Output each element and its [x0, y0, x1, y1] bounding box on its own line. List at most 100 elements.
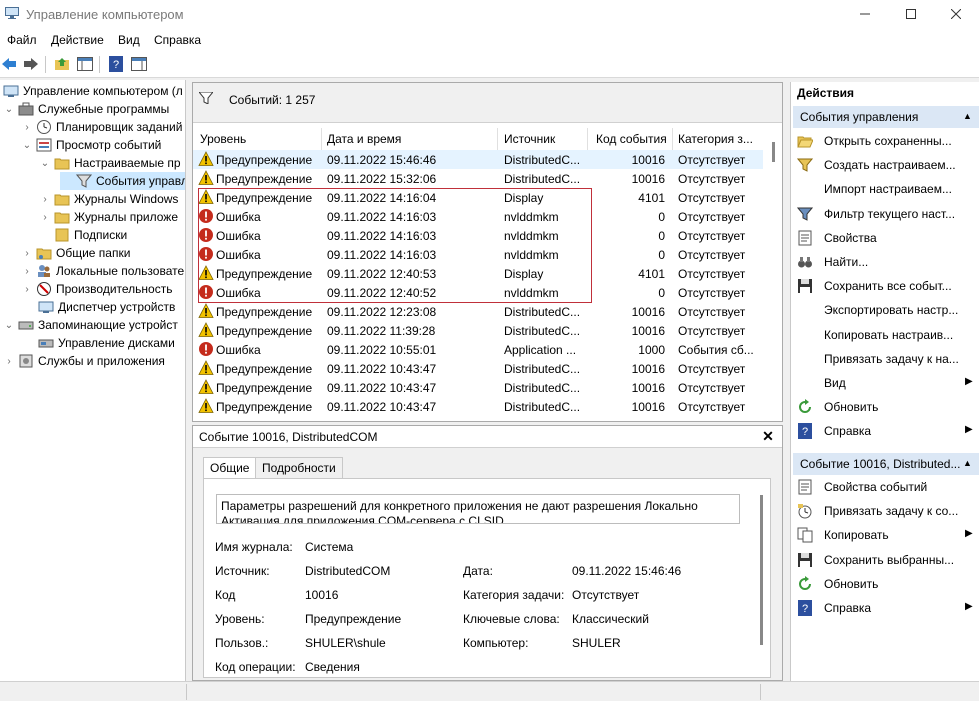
warning-icon: [198, 398, 214, 413]
table-row[interactable]: Предупреждение 09.11.2022 10:43:47 Distrib…: [193, 359, 763, 378]
expand-chevron-icon[interactable]: ›: [40, 194, 50, 205]
table-row[interactable]: Предупреждение 09.11.2022 15:32:06 Distrib…: [193, 169, 763, 188]
tree-node-performance[interactable]: › Производительность: [22, 280, 172, 298]
value-opcode: Сведения: [305, 660, 360, 674]
detail-scrollbar[interactable]: [753, 479, 770, 677]
collapse-chevron-icon[interactable]: ⌄: [4, 320, 14, 331]
cell-datetime: 09.11.2022 15:46:46: [327, 153, 437, 167]
tree-node-services-apps[interactable]: › Службы и приложения: [4, 352, 165, 370]
table-row[interactable]: Ошибка 09.11.2022 14:16:03 nvlddmkm 0 Отсутс…: [193, 207, 763, 226]
action-item[interactable]: Экспортировать настр...: [797, 299, 977, 321]
maximize-button[interactable]: [888, 0, 934, 28]
cell-event-id: 4101: [638, 267, 665, 281]
expand-chevron-icon[interactable]: ›: [22, 284, 32, 295]
detail-header: Событие 10016, DistributedCOM ✕: [193, 426, 782, 448]
tree-node-storage[interactable]: ⌄ Запоминающие устройст: [4, 316, 178, 334]
tree-node-system-tools[interactable]: ⌄ Служебные программы: [4, 100, 169, 118]
table-row[interactable]: Предупреждение 09.11.2022 11:39:28 Distrib…: [193, 321, 763, 340]
table-row[interactable]: Ошибка 09.11.2022 12:40:52 nvlddmkm 0 Отсутс…: [193, 283, 763, 302]
action-item[interactable]: Привязать задачу к со...: [797, 500, 977, 522]
tree-node-subscriptions[interactable]: Подписки: [54, 226, 127, 244]
tree-node-windows-logs[interactable]: › Журналы Windows: [40, 190, 178, 208]
show-hide-action-pane-button[interactable]: [130, 55, 148, 73]
value-keywords: Классический: [572, 612, 649, 626]
action-item[interactable]: Сохранить выбранны...: [797, 549, 977, 571]
tree-node-computer-management[interactable]: Управление компьютером (л: [3, 82, 183, 100]
expand-chevron-icon[interactable]: ›: [22, 248, 32, 259]
back-button[interactable]: [0, 55, 18, 73]
title-bar[interactable]: Управление компьютером: [0, 0, 979, 28]
action-item[interactable]: ? Справка ▶: [797, 597, 977, 619]
tree-node-administrative-events[interactable]: События управл: [60, 172, 185, 190]
up-folder-button[interactable]: [53, 55, 71, 73]
expand-chevron-icon[interactable]: ›: [4, 356, 14, 367]
action-item[interactable]: ? Справка ▶: [797, 420, 977, 442]
tree-node-task-scheduler[interactable]: › Планировщик заданий: [22, 118, 182, 136]
tab-general[interactable]: Общие: [203, 457, 257, 479]
action-item[interactable]: Найти...: [797, 251, 977, 273]
action-item[interactable]: Создать настраиваем...: [797, 154, 977, 176]
collapse-chevron-icon[interactable]: ⌄: [22, 140, 32, 151]
detail-close-button[interactable]: ✕: [761, 429, 775, 443]
help-button[interactable]: ?: [107, 55, 125, 73]
column-source[interactable]: Источник: [504, 132, 555, 146]
action-item[interactable]: Вид ▶: [797, 372, 977, 394]
table-row[interactable]: Предупреждение 09.11.2022 12:40:53 Display…: [193, 264, 763, 283]
table-row[interactable]: Ошибка 09.11.2022 10:55:01 Application ...…: [193, 340, 763, 359]
action-label: Копировать: [824, 528, 889, 543]
error-icon: [199, 285, 213, 299]
tree-node-custom-views[interactable]: ⌄ Настраиваемые пр: [40, 154, 181, 172]
table-row[interactable]: Ошибка 09.11.2022 14:16:03 nvlddmkm 0 Отсутс…: [193, 245, 763, 264]
action-item[interactable]: Привязать задачу к на...: [797, 348, 977, 370]
tab-details[interactable]: Подробности: [255, 457, 343, 479]
menu-file[interactable]: Файл: [7, 33, 37, 47]
tree-node-app-logs[interactable]: › Журналы приложе: [40, 208, 178, 226]
tree-node-shared-folders[interactable]: › Общие папки: [22, 244, 130, 262]
table-row[interactable]: Предупреждение 09.11.2022 10:43:47 Distrib…: [193, 378, 763, 397]
actions-section-admin-events[interactable]: События управления ▲: [793, 106, 979, 128]
cell-source: DistributedC...: [504, 153, 579, 167]
action-item[interactable]: Копировать настраив...: [797, 324, 977, 346]
action-item[interactable]: Свойства событий: [797, 476, 977, 498]
folder-up-icon: [55, 58, 69, 70]
column-level[interactable]: Уровень: [200, 132, 246, 146]
table-row[interactable]: Ошибка 09.11.2022 14:16:03 nvlddmkm 0 Отсутс…: [193, 226, 763, 245]
help-icon: ?: [798, 600, 812, 616]
tree-node-event-viewer[interactable]: ⌄ Просмотр событий: [22, 136, 162, 154]
table-row[interactable]: Предупреждение 09.11.2022 15:46:46 Distrib…: [193, 150, 763, 169]
actions-section-event[interactable]: Событие 10016, Distributed... ▲: [793, 453, 979, 475]
expand-chevron-icon[interactable]: ›: [40, 212, 50, 223]
menu-view[interactable]: Вид: [118, 33, 140, 47]
submenu-arrow-icon: ▶: [965, 528, 973, 540]
tree-node-local-users[interactable]: › Локальные пользовате: [22, 262, 184, 280]
action-item[interactable]: Обновить: [797, 396, 977, 418]
performance-icon: [37, 282, 51, 296]
action-item[interactable]: Фильтр текущего наст...: [797, 203, 977, 225]
expand-chevron-icon[interactable]: ›: [22, 266, 32, 277]
expand-chevron-icon[interactable]: ›: [22, 122, 32, 133]
column-event-id[interactable]: Код события: [596, 132, 667, 146]
action-item[interactable]: Свойства: [797, 227, 977, 249]
tree-node-disk-management[interactable]: Управление дисками: [38, 334, 175, 352]
collapse-chevron-icon[interactable]: ⌄: [40, 158, 50, 169]
show-hide-console-tree-button[interactable]: [76, 55, 94, 73]
menu-action[interactable]: Действие: [51, 33, 104, 47]
event-list-scrollbar[interactable]: [766, 128, 782, 421]
collapse-chevron-icon[interactable]: ⌄: [4, 104, 14, 115]
column-task-category[interactable]: Категория з...: [678, 132, 753, 146]
forward-button[interactable]: [22, 55, 40, 73]
column-datetime[interactable]: Дата и время: [327, 132, 401, 146]
table-row[interactable]: Предупреждение 09.11.2022 14:16:04 Display…: [193, 188, 763, 207]
action-item[interactable]: Импорт настраиваем...: [797, 178, 977, 200]
minimize-button[interactable]: [842, 0, 888, 28]
table-row[interactable]: Предупреждение 09.11.2022 12:23:08 Distrib…: [193, 302, 763, 321]
event-message[interactable]: Параметры разрешений для конкретного при…: [216, 494, 740, 524]
tree-node-device-manager[interactable]: Диспетчер устройств: [38, 298, 175, 316]
action-item[interactable]: Сохранить все событ...: [797, 275, 977, 297]
menu-help[interactable]: Справка: [154, 33, 201, 47]
action-item[interactable]: Обновить: [797, 573, 977, 595]
action-item[interactable]: Открыть сохраненны...: [797, 130, 977, 152]
action-item[interactable]: Копировать ▶: [797, 524, 977, 546]
table-row[interactable]: Предупреждение 09.11.2022 10:43:47 Distrib…: [193, 397, 763, 416]
close-button[interactable]: [933, 0, 979, 28]
